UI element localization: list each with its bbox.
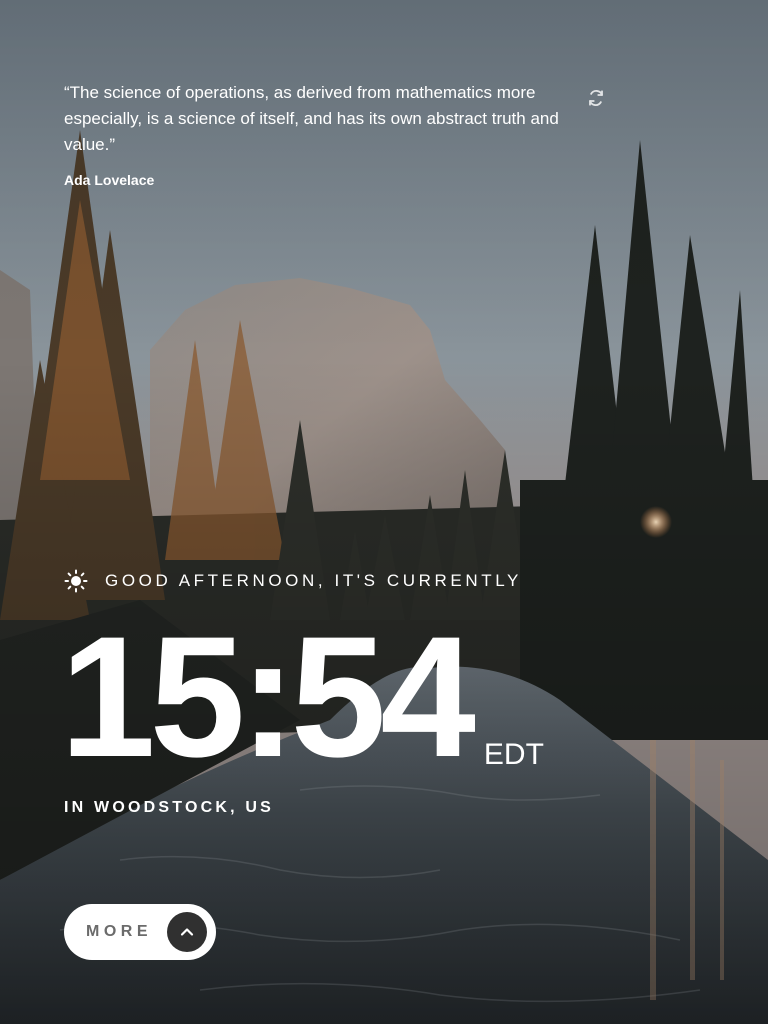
- clock: 15:54 EDT: [60, 601, 544, 793]
- location-text: IN WOODSTOCK, US: [64, 799, 275, 816]
- quote-block: “The science of operations, as derived f…: [64, 80, 564, 188]
- more-button-label: MORE: [86, 923, 152, 940]
- current-time: 15:54: [60, 601, 476, 793]
- more-button[interactable]: MORE: [64, 904, 216, 960]
- refresh-icon: [589, 90, 603, 106]
- more-arrow-circle: [167, 912, 207, 952]
- sun-icon: [64, 569, 88, 593]
- greeting: GOOD AFTERNOON, IT'S CURRENTLY: [64, 568, 522, 594]
- refresh-quote-button[interactable]: [585, 87, 607, 109]
- chevron-up-icon: [180, 928, 194, 936]
- timezone-abbr: EDT: [483, 738, 544, 771]
- quote-author: Ada Lovelace: [64, 172, 155, 188]
- quote-text: “The science of operations, as derived f…: [64, 83, 559, 154]
- greeting-text: GOOD AFTERNOON, IT'S CURRENTLY: [105, 571, 522, 590]
